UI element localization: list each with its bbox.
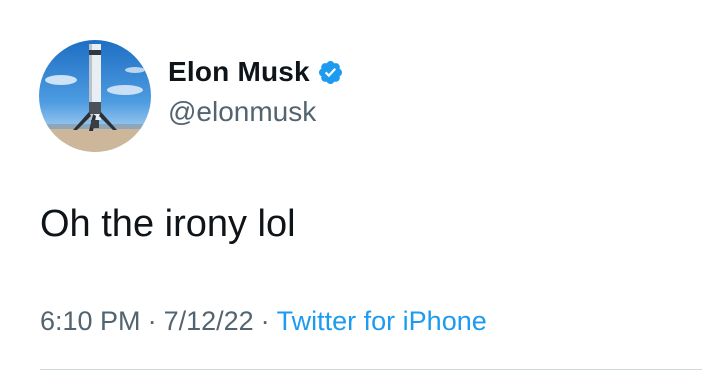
tweet-meta: 6:10 PM · 7/12/22 · Twitter for iPhone: [40, 306, 487, 337]
author-name-row: Elon Musk: [168, 54, 344, 90]
tweet-date[interactable]: 7/12/22: [164, 306, 254, 336]
rocket-avatar-icon: [39, 40, 151, 152]
verified-badge-icon: [317, 59, 344, 86]
tweet-time[interactable]: 6:10 PM: [40, 306, 141, 336]
tweet-card: Elon Musk @elonmusk Oh the irony lol 6:1…: [0, 0, 702, 392]
author-handle[interactable]: @elonmusk: [168, 96, 344, 128]
author-avatar[interactable]: [39, 40, 151, 152]
divider: [40, 369, 702, 370]
author-block: Elon Musk @elonmusk: [168, 54, 344, 128]
meta-separator: ·: [147, 306, 157, 336]
tweet-source-link[interactable]: Twitter for iPhone: [277, 306, 487, 336]
tweet-text: Oh the irony lol: [40, 203, 296, 245]
author-display-name[interactable]: Elon Musk: [168, 56, 310, 88]
meta-separator: ·: [260, 306, 270, 336]
